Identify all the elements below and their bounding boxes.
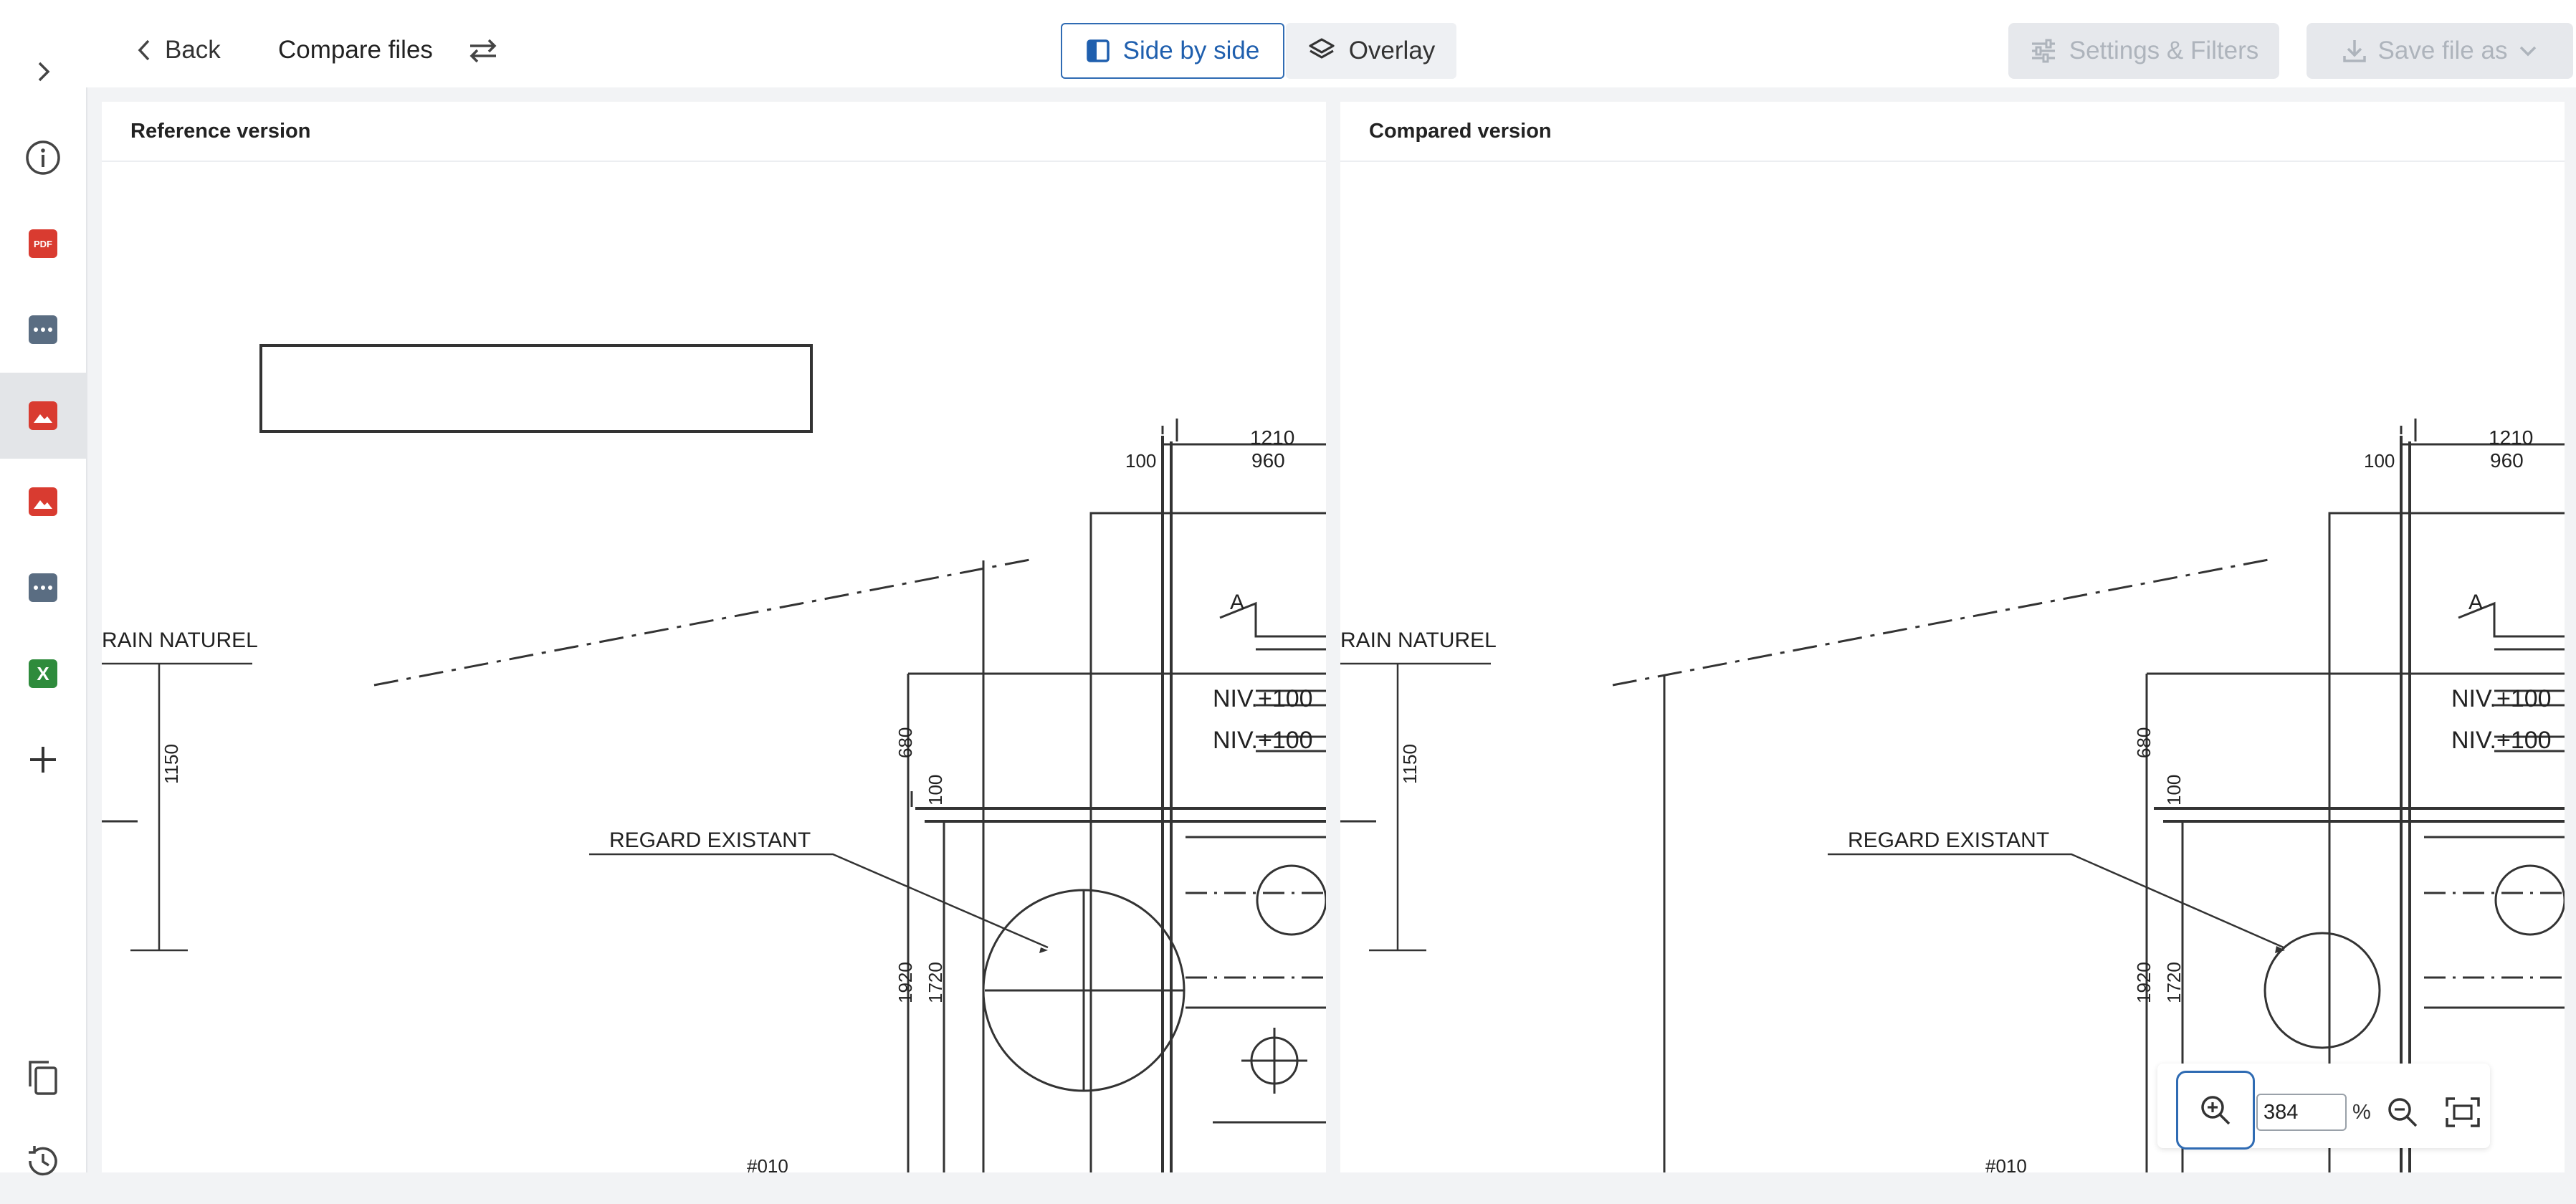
- copy-icon: [29, 1061, 57, 1095]
- label-section-a: A: [2468, 591, 2483, 614]
- generic-file-icon: [29, 315, 57, 344]
- label-1150: 1150: [161, 744, 182, 784]
- reference-panel: Reference version RAIN NATUREL 1210 960 …: [102, 102, 1326, 1172]
- label-code: #010: [747, 1155, 788, 1172]
- label-niv-1: NIV.+100: [1213, 685, 1313, 712]
- label-1920: 1920: [2133, 962, 2155, 1003]
- file-generic-item-1[interactable]: [0, 287, 86, 373]
- download-icon: [2342, 40, 2366, 62]
- view-side-by-side-label: Side by side: [1122, 37, 1260, 64]
- left-sidebar: PDF X: [0, 14, 87, 1176]
- file-image-item-2[interactable]: [0, 459, 86, 545]
- label-100: 100: [1125, 450, 1156, 472]
- layers-icon: [1309, 38, 1335, 59]
- pdf-file-icon: PDF: [29, 229, 57, 258]
- image-file-icon: [29, 401, 57, 430]
- zoom-level-input[interactable]: [2256, 1094, 2347, 1131]
- label-1150: 1150: [1399, 744, 1421, 784]
- file-excel-item[interactable]: X: [0, 631, 86, 717]
- label-niv-2: NIV.+100: [2451, 727, 2552, 754]
- back-label: Back: [165, 36, 221, 64]
- window-top-strip: [0, 0, 2576, 16]
- label-niv-2: NIV.+100: [1213, 727, 1313, 754]
- label-100-vertical: 100: [2163, 775, 2185, 806]
- chevron-right-icon: [38, 62, 50, 82]
- label-680: 680: [895, 727, 916, 758]
- view-overlay-button[interactable]: Overlay: [1286, 23, 1456, 79]
- zoom-out-button[interactable]: [2381, 1091, 2424, 1134]
- label-1720: 1720: [2163, 962, 2185, 1003]
- chevron-down-icon: [2520, 46, 2537, 57]
- fit-screen-icon: [2446, 1097, 2480, 1127]
- label-regard: REGARD EXISTANT: [609, 828, 811, 852]
- label-960: 960: [1251, 449, 1285, 472]
- zoom-out-icon: [2388, 1098, 2418, 1127]
- swap-files-button[interactable]: [466, 29, 500, 72]
- save-file-as-label: Save file as: [2377, 37, 2508, 64]
- zoom-toolbar: %: [2157, 1064, 2490, 1150]
- compared-panel-title: Compared version: [1340, 102, 2565, 162]
- compared-panel: Compared version RAIN NATUREL 1210 960 1…: [1340, 102, 2565, 1172]
- reference-panel-title: Reference version: [102, 102, 1326, 162]
- compared-drawing[interactable]: RAIN NATUREL 1210 960 100 A NIV.+100 NIV…: [1340, 162, 2565, 1172]
- add-file-button[interactable]: [0, 717, 86, 803]
- side-by-side-icon: [1086, 39, 1110, 62]
- chevron-left-icon: [138, 39, 150, 61]
- swap-arrows-icon: [469, 39, 497, 63]
- compare-toolbar: Back Compare files Side by side Overlay …: [86, 14, 2576, 87]
- label-terrain: RAIN NATUREL: [102, 629, 258, 652]
- info-icon: [26, 140, 60, 175]
- label-680: 680: [2133, 727, 2155, 758]
- save-file-as-button[interactable]: Save file as: [2307, 23, 2573, 79]
- label-1720: 1720: [925, 962, 946, 1003]
- sliders-icon: [2031, 39, 2055, 63]
- page-title: Compare files: [278, 36, 433, 64]
- settings-filters-button[interactable]: Settings & Filters: [2008, 23, 2279, 79]
- excel-file-icon: X: [29, 659, 57, 688]
- label-niv-1: NIV.+100: [2451, 685, 2552, 712]
- file-image-item-1[interactable]: [0, 373, 86, 459]
- plus-icon: [30, 747, 56, 773]
- view-side-by-side-button[interactable]: Side by side: [1061, 23, 1284, 79]
- label-1210: 1210: [1250, 426, 1294, 449]
- copy-button[interactable]: [0, 1035, 86, 1121]
- file-generic-item-2[interactable]: [0, 545, 86, 631]
- history-button[interactable]: [0, 1118, 86, 1204]
- zoom-in-icon: [2201, 1096, 2231, 1125]
- label-100-vertical: 100: [925, 775, 946, 806]
- back-button[interactable]: Back: [136, 29, 221, 72]
- fit-to-page-button[interactable]: [2441, 1091, 2484, 1134]
- label-100: 100: [2364, 450, 2395, 472]
- history-icon: [29, 1146, 57, 1176]
- label-1210: 1210: [2489, 426, 2533, 449]
- info-button[interactable]: [0, 115, 86, 201]
- expand-sidebar-button[interactable]: [0, 29, 86, 115]
- view-overlay-label: Overlay: [1348, 37, 1436, 64]
- image-file-icon: [29, 487, 57, 516]
- zoom-unit: %: [2352, 1101, 2371, 1124]
- label-section-a: A: [1230, 591, 1244, 614]
- generic-file-icon: [29, 573, 57, 602]
- label-960: 960: [2490, 449, 2524, 472]
- label-terrain: RAIN NATUREL: [1340, 629, 1497, 652]
- title-box: [259, 344, 813, 433]
- settings-filters-label: Settings & Filters: [2069, 37, 2259, 64]
- label-1920: 1920: [895, 962, 916, 1003]
- file-pdf-item[interactable]: PDF: [0, 201, 86, 287]
- reference-drawing[interactable]: RAIN NATUREL 1210 960 100 A NIV.+100 NIV…: [102, 162, 1326, 1172]
- label-code: #010: [1985, 1155, 2027, 1172]
- zoom-in-button[interactable]: [2176, 1071, 2255, 1150]
- label-regard: REGARD EXISTANT: [1848, 828, 2049, 852]
